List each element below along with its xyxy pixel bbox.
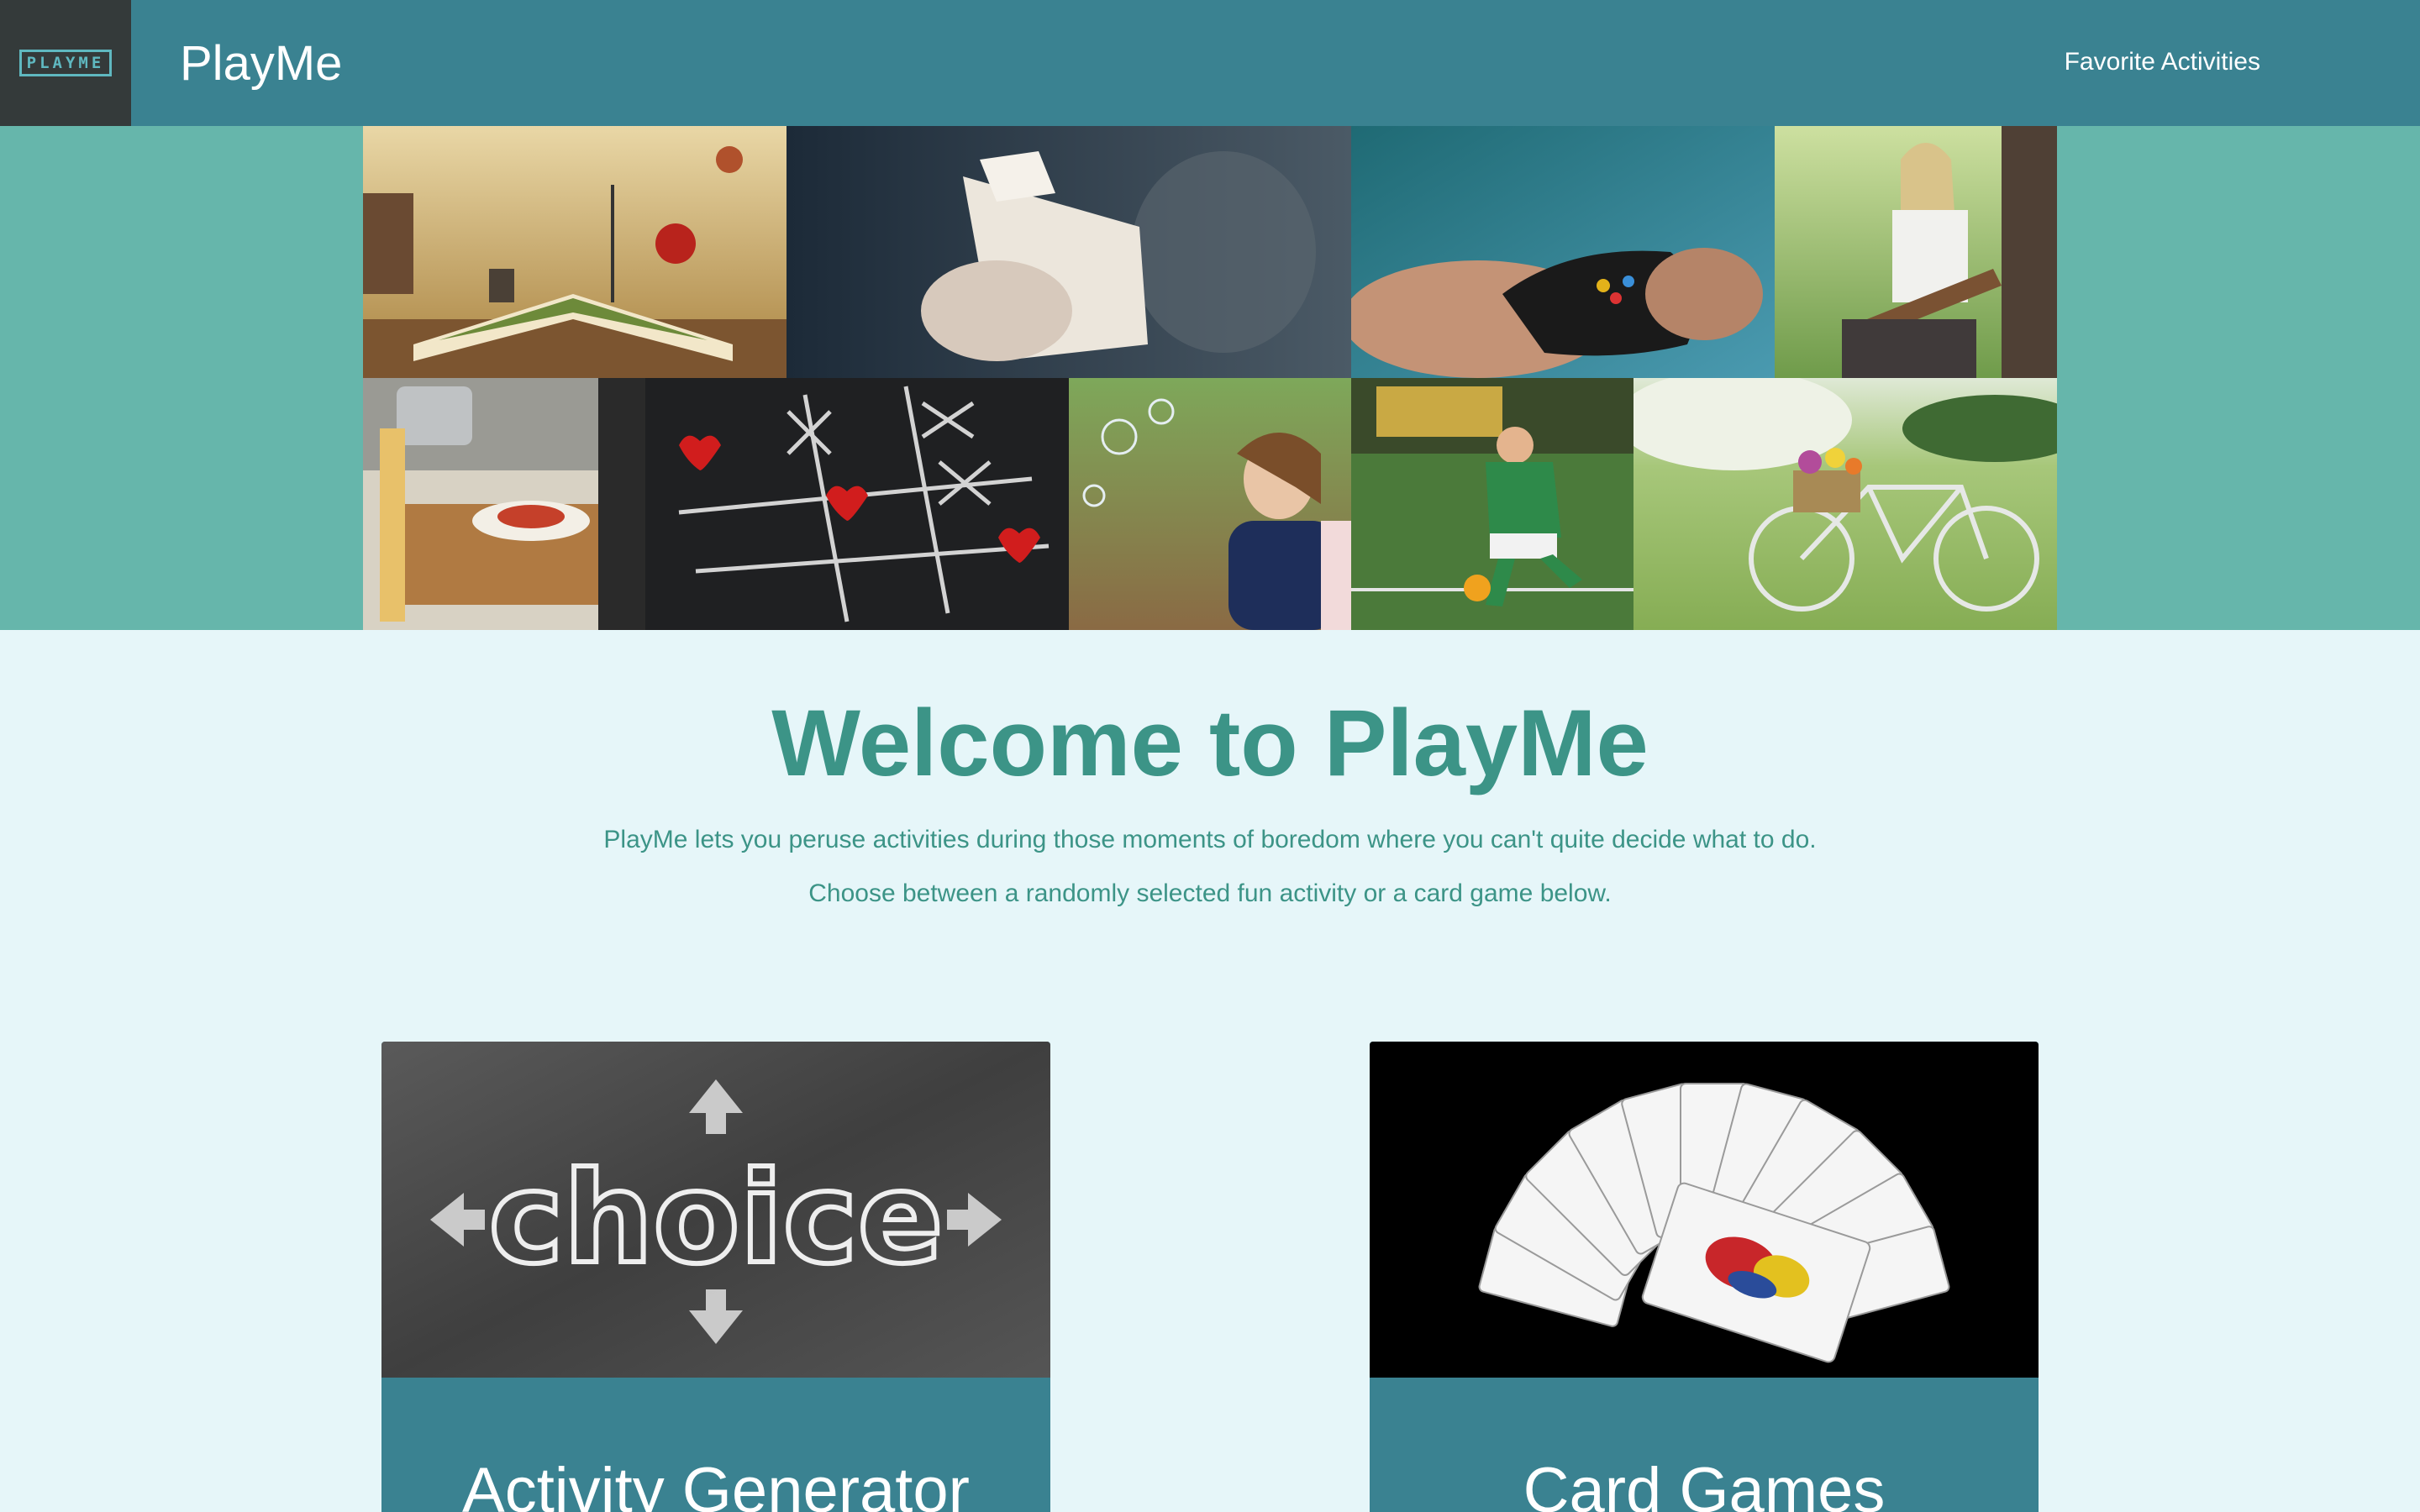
logo-text: PLAYME bbox=[18, 50, 113, 76]
nav-link-favorite-activities[interactable]: Favorite Activities bbox=[2065, 47, 2260, 77]
intro-text-line-2: Choose between a randomly selected fun a… bbox=[808, 879, 1612, 907]
photo-cooking bbox=[363, 378, 645, 630]
top-navbar: PLAYME PlayMe Favorite Activities bbox=[0, 0, 2420, 126]
brand-title[interactable]: PlayMe bbox=[180, 35, 342, 92]
photo-girl-bubbles bbox=[1069, 378, 1351, 630]
photo-bicycle-meadow bbox=[1634, 378, 2057, 630]
photo-soccer-boy bbox=[1351, 378, 1634, 630]
activity-generator-title[interactable]: Activity Generator bbox=[381, 1453, 1050, 1512]
logo[interactable]: PLAYME bbox=[0, 0, 131, 126]
photo-collage bbox=[363, 126, 2057, 630]
card-games-card[interactable]: Card Games bbox=[1370, 1042, 2039, 1512]
photo-playing-cards-hand bbox=[786, 126, 1351, 378]
card-image-playing-cards-fan bbox=[1370, 1042, 2039, 1378]
activity-generator-card[interactable]: choice Activity Generator bbox=[381, 1042, 1050, 1512]
photo-storybook bbox=[363, 126, 786, 378]
card-image-choice-chalkboard: choice bbox=[381, 1042, 1050, 1378]
hero-banner bbox=[0, 126, 2420, 630]
intro-text-line-1: PlayMe lets you peruse activities during… bbox=[603, 826, 1817, 853]
card-games-title[interactable]: Card Games bbox=[1370, 1453, 2039, 1512]
photo-tic-tac-toe bbox=[645, 378, 1069, 630]
photo-game-controller bbox=[1351, 126, 1775, 378]
choice-chalk-text: choice bbox=[489, 1146, 944, 1292]
photo-guitar-woman bbox=[1775, 126, 2057, 378]
welcome-heading: Welcome to PlayMe bbox=[771, 690, 1649, 795]
